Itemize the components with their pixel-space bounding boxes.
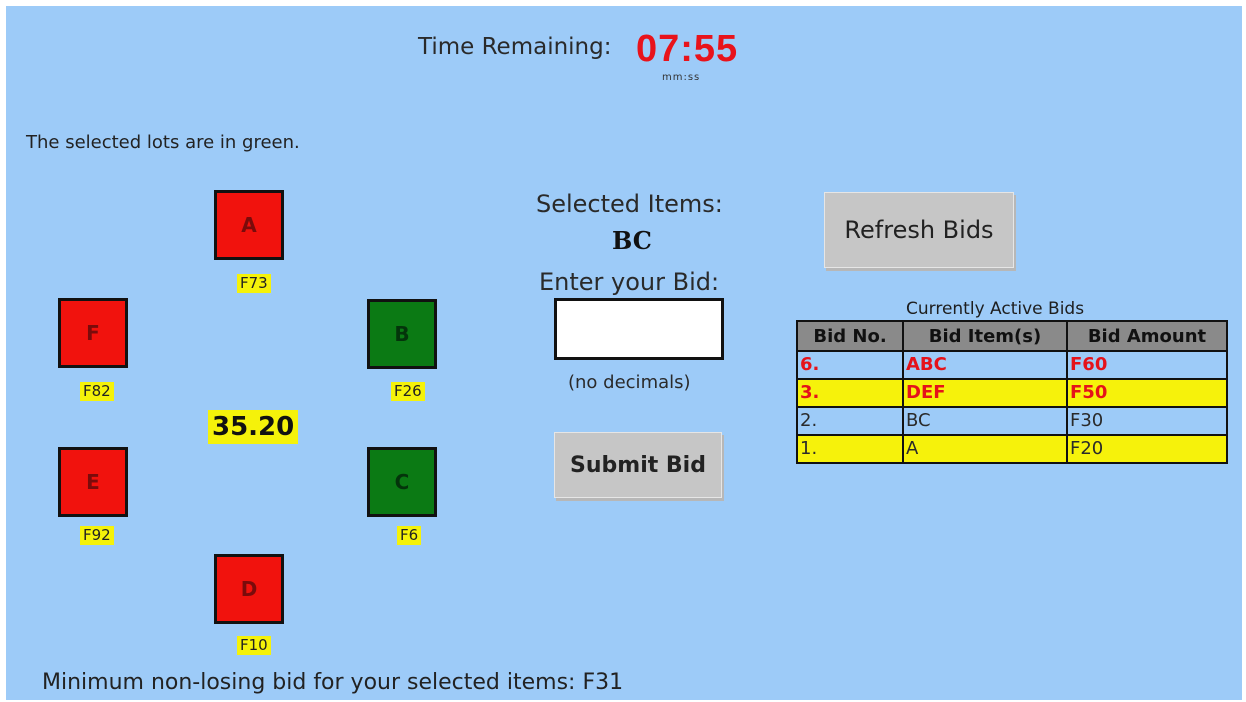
header-bid-amount: Bid Amount	[1066, 320, 1228, 352]
table-row: 6. ABC F60	[796, 350, 1228, 380]
bid-input[interactable]	[554, 298, 724, 360]
center-value: 35.20	[208, 410, 299, 444]
bid-amount-cell: F20	[1066, 434, 1228, 464]
timer-value: 07:55	[636, 28, 739, 70]
lot-c[interactable]: C	[367, 447, 437, 517]
lot-d-price: F10	[237, 636, 271, 655]
lot-f-price: F82	[80, 382, 114, 401]
bid-amount-cell: F30	[1066, 406, 1228, 436]
active-bids-table: Bid No. Bid Item(s) Bid Amount 6. ABC F6…	[796, 320, 1228, 464]
lot-b-label: B	[394, 322, 410, 346]
instruction-text: The selected lots are in green.	[26, 132, 300, 153]
bid-no-cell: 3.	[796, 378, 904, 408]
lot-f[interactable]: F	[58, 298, 128, 368]
bid-items-cell: DEF	[902, 378, 1068, 408]
lot-b-price: F26	[391, 382, 425, 401]
lot-d-label: D	[240, 577, 258, 601]
submit-bid-button[interactable]: Submit Bid	[554, 432, 722, 498]
lot-f-label: F	[86, 321, 100, 345]
bid-amount-cell: F50	[1066, 378, 1228, 408]
bid-items-cell: ABC	[902, 350, 1068, 380]
lot-a-label: A	[241, 213, 257, 237]
bid-no-cell: 1.	[796, 434, 904, 464]
selected-items-value: BC	[612, 226, 652, 255]
table-header-row: Bid No. Bid Item(s) Bid Amount	[796, 320, 1228, 352]
lot-d[interactable]: D	[214, 554, 284, 624]
bid-no-cell: 2.	[796, 406, 904, 436]
timer-unit: mm:ss	[662, 72, 701, 83]
bid-amount-cell: F60	[1066, 350, 1228, 380]
table-row: 1. A F20	[796, 434, 1228, 464]
minimum-bid-text: Minimum non-losing bid for your selected…	[42, 670, 624, 695]
lot-e-label: E	[86, 470, 100, 494]
bid-items-cell: BC	[902, 406, 1068, 436]
auction-screen: Time Remaining: 07:55 mm:ss The selected…	[6, 6, 1242, 700]
timer-label: Time Remaining:	[418, 34, 612, 60]
lot-c-label: C	[394, 470, 410, 494]
lot-a[interactable]: A	[214, 190, 284, 260]
header-bid-no: Bid No.	[796, 320, 904, 352]
bid-items-cell: A	[902, 434, 1068, 464]
table-row: 2. BC F30	[796, 406, 1228, 436]
header-bid-items: Bid Item(s)	[902, 320, 1068, 352]
table-row: 3. DEF F50	[796, 378, 1228, 408]
refresh-bids-button[interactable]: Refresh Bids	[824, 192, 1014, 268]
lot-a-price: F73	[237, 274, 271, 293]
enter-bid-label: Enter your Bid:	[539, 268, 720, 296]
lot-b[interactable]: B	[367, 299, 437, 369]
bid-hint: (no decimals)	[568, 372, 691, 393]
lot-e[interactable]: E	[58, 447, 128, 517]
selected-items-label: Selected Items:	[536, 190, 723, 218]
bid-no-cell: 6.	[796, 350, 904, 380]
lot-c-price: F6	[397, 526, 422, 545]
active-bids-title: Currently Active Bids	[906, 299, 1085, 319]
lot-e-price: F92	[80, 526, 114, 545]
